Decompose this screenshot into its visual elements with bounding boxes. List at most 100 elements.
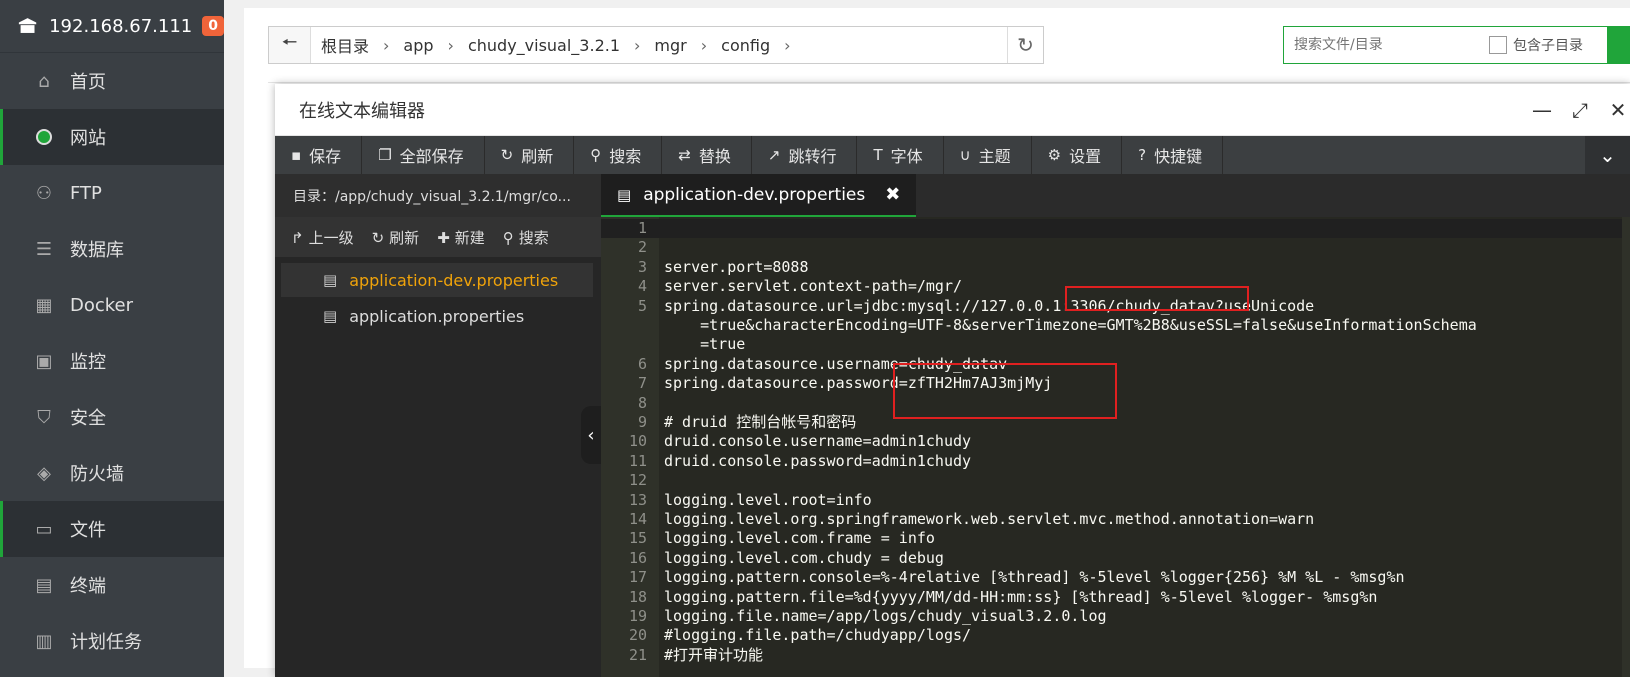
calendar-icon: ▥: [35, 630, 53, 652]
replace-label: 替换: [698, 147, 731, 166]
file-list: ▤ application-dev.properties ▤ application…: [275, 257, 601, 333]
tree-refresh-button[interactable]: ↻ 刷新: [372, 227, 420, 248]
sidebar-item-label: 监控: [70, 352, 106, 373]
code-line[interactable]: 16 logging.level.com.chudy = debug: [601, 549, 1630, 568]
code-line[interactable]: 1: [601, 219, 1630, 239]
settings-button[interactable]: ⚙ 设置: [1032, 136, 1123, 174]
line-number: 16: [628, 548, 647, 567]
sidebar-item-docker[interactable]: ▦ Docker: [0, 277, 224, 333]
breadcrumb-item[interactable]: config: [721, 36, 770, 55]
chevron-right-icon: ›: [634, 35, 641, 55]
file-icon: ▤: [617, 185, 632, 204]
search-editor-button[interactable]: ⚲ 搜索: [574, 136, 663, 174]
close-tab-icon[interactable]: ✖: [885, 184, 900, 205]
line-number: 5: [637, 296, 647, 315]
sidebar-item-website[interactable]: 网站: [0, 109, 224, 165]
sidebar-item-label: 文件: [70, 520, 106, 541]
breadcrumb-item[interactable]: app: [403, 36, 433, 55]
tab-application-dev[interactable]: ▤ application-dev.properties ✖: [601, 174, 917, 217]
refresh-icon: ↻: [500, 146, 514, 164]
chevron-left-icon: ‹: [587, 424, 595, 446]
chevron-right-icon: ›: [700, 35, 708, 55]
breadcrumb-item[interactable]: chudy_visual_3.2.1: [468, 36, 620, 55]
notification-badge[interactable]: 0: [202, 16, 224, 36]
refresh-editor-button[interactable]: ↻ 刷新: [485, 136, 575, 174]
code-line[interactable]: 20 #logging.file.path=/chudyapp/logs/: [601, 626, 1630, 645]
refresh-icon: ↻: [371, 228, 385, 247]
collapse-toolbar-button[interactable]: ⌄: [1585, 136, 1630, 174]
breadcrumb-item[interactable]: 根目录: [321, 33, 369, 57]
sidebar-item-cron[interactable]: ▥ 计划任务: [0, 613, 224, 669]
code-line[interactable]: 21 #打开审计功能: [601, 646, 1630, 665]
code-line[interactable]: 11 druid.console.password=admin1chudy: [601, 452, 1630, 471]
collapse-pane-button[interactable]: ‹: [581, 406, 601, 464]
back-button[interactable]: 🠔: [269, 27, 311, 63]
jump-label: 跳转行: [788, 147, 837, 166]
sidebar-item-home[interactable]: ⌂ 首页: [0, 53, 224, 109]
server-logo-icon: [18, 18, 37, 33]
code-line[interactable]: 14 logging.level.org.springframework.web.…: [601, 510, 1630, 529]
globe-icon: [34, 127, 54, 147]
line-number: 1: [637, 219, 647, 237]
refresh-button[interactable]: ↻: [1007, 27, 1043, 63]
file-item[interactable]: ▤ application-dev.properties: [281, 263, 593, 297]
code-line[interactable]: =true: [601, 335, 1630, 354]
gear-icon: ⚙: [1047, 146, 1062, 164]
sidebar-item-label: 终端: [70, 576, 106, 597]
jump-line-button[interactable]: ↗ 跳转行: [752, 136, 858, 174]
code-line[interactable]: =true&characterEncoding=UTF-8&serverTime…: [601, 316, 1630, 335]
maximize-icon[interactable]: ⤢: [1568, 98, 1592, 122]
minimize-icon[interactable]: —: [1530, 98, 1554, 122]
jump-icon: ↗: [767, 146, 781, 164]
tree-search-button[interactable]: ⚲ 搜索: [503, 227, 549, 248]
file-item[interactable]: ▤ application.properties: [281, 299, 593, 333]
save-all-label: 全部保存: [399, 147, 464, 166]
parent-dir-button[interactable]: ↱ 上一级: [291, 227, 354, 248]
editor-tabs: ▤ application-dev.properties ✖: [601, 174, 1630, 217]
code-line[interactable]: 15 logging.level.com.frame = info: [601, 529, 1630, 548]
tree-refresh-label: 刷新: [389, 228, 420, 247]
theme-button[interactable]: ∪ 主题: [944, 136, 1032, 174]
save-button[interactable]: ▪ 保存: [275, 136, 363, 174]
sidebar-item-security[interactable]: ⛉ 安全: [0, 389, 224, 445]
replace-button[interactable]: ⇄ 替换: [662, 136, 752, 174]
sidebar-item-database[interactable]: ☰ 数据库: [0, 221, 224, 277]
code-line[interactable]: 18 logging.pattern.file=%d{yyyy/MM/dd-HH:…: [601, 588, 1630, 607]
code-line[interactable]: 13 logging.level.root=info: [601, 491, 1630, 510]
include-subdir-checkbox[interactable]: 包含子目录: [1489, 35, 1583, 55]
search-button[interactable]: [1607, 26, 1629, 64]
save-all-button[interactable]: ❐ 全部保存: [362, 136, 485, 174]
sidebar-item-monitor[interactable]: ▣ 监控: [0, 333, 224, 389]
font-label: 字体: [890, 147, 923, 166]
checkbox-box[interactable]: [1489, 36, 1507, 54]
sidebar-item-firewall[interactable]: ◈ 防火墙: [0, 445, 224, 501]
code-line[interactable]: 17 logging.pattern.console=%-4relative [%…: [601, 568, 1630, 587]
code-line[interactable]: 2: [601, 238, 1630, 257]
font-button[interactable]: T 字体: [857, 136, 944, 174]
code-line[interactable]: 10 druid.console.username=admin1chudy: [601, 432, 1630, 451]
new-file-button[interactable]: ✚ 新建: [437, 227, 485, 248]
ftp-icon: ⚇: [35, 182, 53, 204]
line-text: =true: [664, 335, 746, 354]
search-input[interactable]: [1284, 28, 1489, 62]
directory-path: 目录：/app/chudy_visual_3.2.1/mgr/co...: [275, 174, 601, 217]
code-editor[interactable]: 1 2 3 server.port=8088 4 server.servlet.conte…: [601, 217, 1630, 677]
new-file-label: 新建: [454, 228, 485, 247]
save-icon: ▪: [291, 146, 302, 164]
line-number: 20: [628, 626, 647, 645]
code-line[interactable]: 19 logging.file.name=/app/logs/chudy_visu…: [601, 607, 1630, 626]
sidebar-item-terminal[interactable]: ▤ 终端: [0, 557, 224, 613]
sidebar-item-files[interactable]: ▭ 文件: [0, 501, 224, 557]
line-text: druid.console.username=admin1chudy: [664, 432, 972, 451]
code-line[interactable]: 12: [601, 471, 1630, 490]
sidebar-item-label: 数据库: [70, 240, 124, 261]
code-line[interactable]: 3 server.port=8088: [601, 258, 1630, 277]
close-icon[interactable]: ✕: [1606, 98, 1630, 122]
refresh-icon: ↻: [1017, 33, 1034, 57]
sidebar-item-label: 网站: [70, 128, 106, 149]
scrollbar[interactable]: [1622, 217, 1630, 677]
shortcuts-button[interactable]: ? 快捷键: [1122, 136, 1224, 174]
sidebar-item-label: 首页: [70, 72, 106, 93]
breadcrumb-item[interactable]: mgr: [654, 36, 686, 55]
sidebar-item-ftp[interactable]: ⚇ FTP: [0, 165, 224, 221]
